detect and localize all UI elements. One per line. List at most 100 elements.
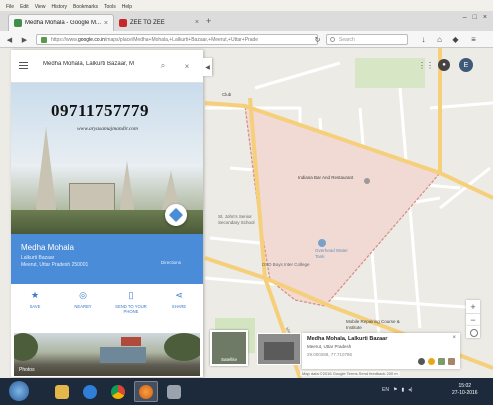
reload-icon[interactable]: ↻ — [312, 34, 323, 45]
menu-help[interactable]: Help — [122, 4, 132, 10]
browser-search-input[interactable]: Search — [326, 34, 408, 45]
minimize-icon[interactable]: – — [463, 14, 467, 21]
my-location-button[interactable] — [466, 326, 480, 338]
place-info-header: Medha Mohala Lalkurti Bazaar Meerut, Utt… — [11, 234, 203, 284]
apps-grid-icon[interactable]: ⋮⋮ — [418, 59, 434, 71]
map-label-overhead-tank: Overhead Water Tank — [315, 248, 348, 259]
map-label-mobile-repair: Mobile Repairing Course & Institute — [346, 319, 400, 330]
directions-label[interactable]: Directions — [161, 260, 181, 265]
taskbar-explorer[interactable] — [50, 381, 74, 402]
volume-icon[interactable]: ◂) — [408, 387, 412, 393]
place-hero-image[interactable]: 09711757779 www.aryasamajmandir.com — [11, 83, 203, 234]
photo-tree — [14, 333, 38, 361]
home-icon[interactable]: ⌂ — [434, 34, 445, 45]
zee-favicon-icon — [119, 18, 127, 27]
taskbar-ie[interactable] — [78, 381, 102, 402]
photo-thumb-icon[interactable] — [448, 358, 455, 365]
photos-label: Photos — [19, 367, 35, 373]
place-card-icons — [418, 358, 455, 365]
water-tank-marker — [318, 239, 326, 247]
street-view-thumbnail[interactable] — [257, 333, 301, 365]
place-name: Medha Mohala — [21, 243, 74, 252]
new-tab-icon[interactable]: + — [206, 16, 211, 26]
menu-tools[interactable]: Tools — [104, 4, 116, 10]
window-controls: – □ × — [463, 14, 487, 21]
search-icon — [330, 37, 335, 42]
flag-icon[interactable]: ⚑ — [393, 387, 397, 393]
browser-search-placeholder: Search — [339, 36, 355, 43]
photo-bus — [100, 347, 146, 363]
menu-history[interactable]: History — [51, 4, 67, 10]
maximize-icon[interactable]: □ — [473, 14, 477, 21]
clock-time: 15:02 — [458, 383, 472, 389]
menu-file[interactable]: File — [6, 4, 14, 10]
search-icon[interactable]: ⌕ — [157, 60, 169, 72]
tab-close-icon[interactable]: × — [195, 19, 199, 26]
save-button[interactable]: ★ SAVE — [15, 290, 55, 324]
hero-phone-number: 09711757779 — [51, 101, 150, 120]
tab-close-icon[interactable]: × — [104, 20, 108, 27]
compass-icon[interactable] — [418, 358, 425, 365]
menu-view[interactable]: View — [35, 4, 46, 10]
clock[interactable]: 15:02 27-10-2016 — [452, 383, 478, 397]
nearby-button[interactable]: ◎ NEARBY — [63, 290, 103, 324]
send-to-phone-button[interactable]: ▯ SEND TO YOUR PHONE — [111, 290, 151, 324]
url-prefix: https://www. — [51, 36, 78, 43]
share-button[interactable]: ⋖ SHARE — [159, 290, 199, 324]
zoom-in-button[interactable]: + — [466, 300, 480, 313]
place-side-panel: Medha Mohala, Lalkurti Bazaar, M ⌕ × 097… — [11, 50, 203, 377]
map-label-club: Club — [222, 92, 232, 97]
share-icon: ⋖ — [175, 290, 183, 300]
taskbar-chrome[interactable] — [106, 381, 130, 402]
back-icon[interactable]: ◀ — [4, 34, 15, 45]
tab-google-maps[interactable]: Medha Mohala - Google M... × — [8, 14, 114, 31]
highlighted-area — [244, 105, 442, 307]
taskbar-app[interactable] — [162, 381, 186, 402]
photo-thumb-icon[interactable] — [438, 358, 445, 365]
tab-zee[interactable]: ZEE TO ZEE × — [114, 14, 204, 31]
temple-tower — [119, 161, 135, 215]
menu-bookmarks[interactable]: Bookmarks — [73, 4, 98, 10]
directions-button[interactable] — [165, 204, 187, 226]
poi-marker — [364, 178, 370, 184]
taskbar-firefox[interactable] — [134, 381, 158, 402]
place-summary-card[interactable]: Medha Mohala, Lalkurti Bazaar Meerut, Ut… — [302, 333, 460, 369]
nearby-label: NEARBY — [74, 304, 92, 309]
maps-search-box[interactable]: Medha Mohala, Lalkurti Bazaar, M ⌕ × — [11, 50, 203, 83]
place-card-title: Medha Mohala, Lalkurti Bazaar — [307, 336, 388, 342]
map-label-college: DSD Boys Inter College — [262, 262, 310, 267]
phone-icon: ▯ — [128, 290, 134, 300]
photos-thumbnail[interactable]: Photos — [14, 333, 200, 376]
close-icon[interactable]: × — [181, 60, 193, 72]
zoom-out-button[interactable]: − — [466, 313, 480, 326]
hamburger-menu-icon[interactable]: ≡ — [468, 34, 479, 45]
clock-date: 27-10-2016 — [452, 390, 478, 396]
collapse-panel-button[interactable]: ◀ — [203, 58, 212, 76]
network-icon[interactable]: ▮ — [401, 387, 404, 393]
tray-language[interactable]: EN — [382, 387, 389, 393]
share-label: SHARE — [171, 304, 187, 309]
lock-icon — [41, 37, 47, 43]
pocket-icon[interactable]: ◆ — [450, 34, 461, 45]
pegman-icon[interactable] — [428, 358, 435, 365]
close-icon[interactable]: × — [452, 335, 456, 341]
start-button[interactable] — [9, 381, 29, 401]
chrome-icon — [111, 384, 125, 399]
tab-title: Medha Mohala - Google M... — [25, 20, 101, 26]
app-icon — [167, 384, 181, 399]
tab-bar: Medha Mohala - Google M... × ZEE TO ZEE … — [0, 11, 493, 31]
maps-search-input[interactable]: Medha Mohala, Lalkurti Bazaar, M — [43, 61, 148, 67]
download-icon[interactable]: ↓ — [418, 34, 429, 45]
zoom-controls: + − — [466, 300, 480, 326]
satellite-toggle[interactable]: Satellite — [210, 330, 248, 366]
url-bar[interactable]: https://www. google.co.in/maps/place/Medh… — [36, 34, 318, 45]
close-window-icon[interactable]: × — [483, 14, 487, 21]
url-host: google.co.in — [77, 36, 105, 43]
forward-icon[interactable]: ▶ — [19, 34, 30, 45]
place-address-line2: Meerut, Uttar Pradesh 250001 — [21, 262, 89, 268]
account-avatar[interactable]: E — [459, 58, 473, 72]
place-card-coordinates: 29.000288, 77.710786 — [307, 352, 353, 357]
menu-edit[interactable]: Edit — [20, 4, 29, 10]
menu-icon[interactable] — [19, 62, 28, 69]
notifications-icon[interactable]: ● — [438, 59, 450, 71]
